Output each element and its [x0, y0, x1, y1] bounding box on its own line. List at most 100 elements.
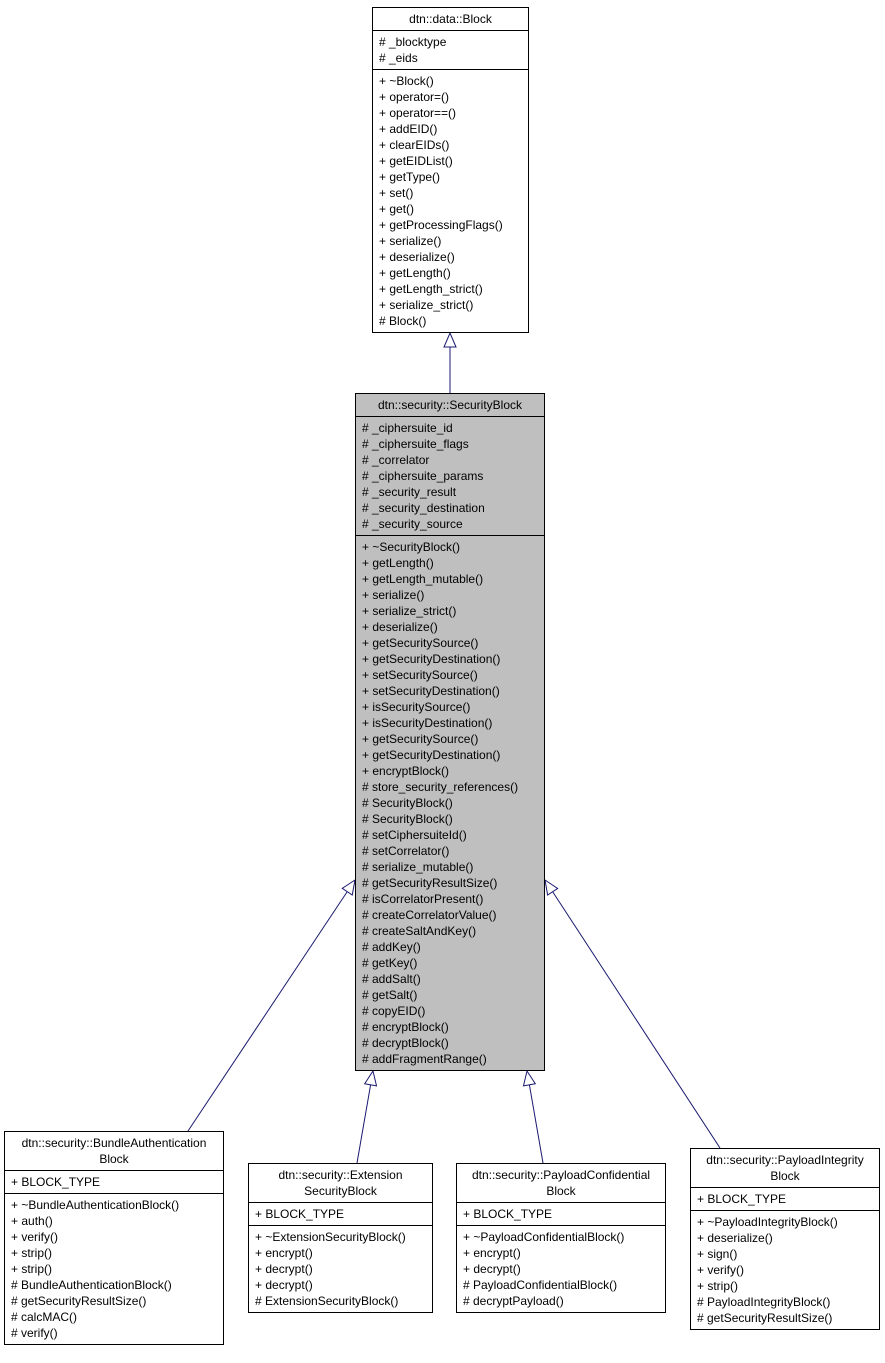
member-row[interactable]: + ~PayloadIntegrityBlock() [697, 1214, 873, 1230]
member-row[interactable]: # verify() [11, 1325, 217, 1341]
member-row[interactable]: + ~PayloadConfidentialBlock() [463, 1229, 659, 1245]
member-row[interactable]: + deserialize() [362, 619, 538, 635]
class-payload-confidential-block[interactable]: dtn::security::PayloadConfidential Block… [456, 1163, 666, 1313]
member-row[interactable]: # serialize_mutable() [362, 859, 538, 875]
member-row[interactable]: # Block() [379, 313, 522, 329]
class-title: dtn::security::SecurityBlock [356, 394, 544, 417]
member-row[interactable]: # _eids [379, 50, 522, 66]
member-row[interactable]: + decrypt() [255, 1261, 426, 1277]
member-row[interactable]: # store_security_references() [362, 779, 538, 795]
member-row[interactable]: # _security_destination [362, 500, 538, 516]
member-row[interactable]: + serialize_strict() [379, 297, 522, 313]
member-row[interactable]: # addFragmentRange() [362, 1051, 538, 1067]
member-row[interactable]: + getEIDList() [379, 153, 522, 169]
member-row[interactable]: # SecurityBlock() [362, 795, 538, 811]
member-row[interactable]: # copyEID() [362, 1003, 538, 1019]
attributes-section: + BLOCK_TYPE [249, 1203, 432, 1226]
member-row[interactable]: + encrypt() [463, 1245, 659, 1261]
member-row[interactable]: + decrypt() [463, 1261, 659, 1277]
member-row[interactable]: # BundleAuthenticationBlock() [11, 1277, 217, 1293]
member-row[interactable]: # PayloadConfidentialBlock() [463, 1277, 659, 1293]
member-row[interactable]: + isSecuritySource() [362, 699, 538, 715]
member-row[interactable]: # getKey() [362, 955, 538, 971]
member-row[interactable]: + sign() [697, 1246, 873, 1262]
member-row[interactable]: + ~ExtensionSecurityBlock() [255, 1229, 426, 1245]
member-row[interactable]: + getSecuritySource() [362, 635, 538, 651]
member-row[interactable]: # createCorrelatorValue() [362, 907, 538, 923]
member-row[interactable]: + strip() [11, 1261, 217, 1277]
member-row[interactable]: # setCiphersuiteId() [362, 827, 538, 843]
member-row[interactable]: + isSecurityDestination() [362, 715, 538, 731]
member-row[interactable]: + setSecurityDestination() [362, 683, 538, 699]
member-row[interactable]: + getLength_mutable() [362, 571, 538, 587]
member-row[interactable]: + ~BundleAuthenticationBlock() [11, 1197, 217, 1213]
member-row[interactable]: + verify() [697, 1262, 873, 1278]
member-row[interactable]: + BLOCK_TYPE [463, 1206, 659, 1222]
member-row[interactable]: + getProcessingFlags() [379, 217, 522, 233]
member-row[interactable]: # ExtensionSecurityBlock() [255, 1293, 426, 1309]
class-bundle-authentication-block[interactable]: dtn::security::BundleAuthentication Bloc… [4, 1131, 224, 1345]
member-row[interactable]: # getSecurityResultSize() [11, 1293, 217, 1309]
member-row[interactable]: + strip() [697, 1278, 873, 1294]
member-row[interactable]: + operator==() [379, 105, 522, 121]
member-row[interactable]: # addKey() [362, 939, 538, 955]
methods-section: + ~Block() + operator=() + operator==() + a… [373, 70, 528, 332]
member-row[interactable]: # _correlator [362, 452, 538, 468]
member-row[interactable]: + serialize() [362, 587, 538, 603]
class-payload-integrity-block[interactable]: dtn::security::PayloadIntegrity Block + … [690, 1148, 880, 1330]
member-row[interactable]: # decryptPayload() [463, 1293, 659, 1309]
member-row[interactable]: + strip() [11, 1245, 217, 1261]
member-row[interactable]: + verify() [11, 1229, 217, 1245]
member-row[interactable]: + operator=() [379, 89, 522, 105]
member-row[interactable]: + auth() [11, 1213, 217, 1229]
member-row[interactable]: + deserialize() [379, 249, 522, 265]
member-row[interactable]: # createSaltAndKey() [362, 923, 538, 939]
member-row[interactable]: # getSecurityResultSize() [362, 875, 538, 891]
member-row[interactable]: + setSecuritySource() [362, 667, 538, 683]
member-row[interactable]: + ~Block() [379, 73, 522, 89]
member-row[interactable]: # getSalt() [362, 987, 538, 1003]
member-row[interactable]: + BLOCK_TYPE [255, 1206, 426, 1222]
member-row[interactable]: + encrypt() [255, 1245, 426, 1261]
member-row[interactable]: + getSecurityDestination() [362, 651, 538, 667]
member-row[interactable]: # SecurityBlock() [362, 811, 538, 827]
member-row[interactable]: # isCorrelatorPresent() [362, 891, 538, 907]
member-row[interactable]: + set() [379, 185, 522, 201]
member-row[interactable]: # _ciphersuite_id [362, 420, 538, 436]
member-row[interactable]: + deserialize() [697, 1230, 873, 1246]
member-row[interactable]: # _security_result [362, 484, 538, 500]
member-row[interactable]: # _ciphersuite_params [362, 468, 538, 484]
member-row[interactable]: + getType() [379, 169, 522, 185]
member-row[interactable]: + serialize() [379, 233, 522, 249]
member-row[interactable]: + ~SecurityBlock() [362, 539, 538, 555]
member-row[interactable]: + encryptBlock() [362, 763, 538, 779]
member-row[interactable]: + getLength() [362, 555, 538, 571]
member-row[interactable]: + get() [379, 201, 522, 217]
member-row[interactable]: + clearEIDs() [379, 137, 522, 153]
member-row[interactable]: + BLOCK_TYPE [697, 1191, 873, 1207]
member-row[interactable]: + getSecuritySource() [362, 731, 538, 747]
member-row[interactable]: + getLength() [379, 265, 522, 281]
member-row[interactable]: # setCorrelator() [362, 843, 538, 859]
member-row[interactable]: # _blocktype [379, 34, 522, 50]
member-row[interactable]: + decrypt() [255, 1277, 426, 1293]
member-row[interactable]: # encryptBlock() [362, 1019, 538, 1035]
class-title: dtn::data::Block [373, 8, 528, 31]
member-row[interactable]: + serialize_strict() [362, 603, 538, 619]
member-row[interactable]: # addSalt() [362, 971, 538, 987]
member-row[interactable]: + BLOCK_TYPE [11, 1174, 217, 1190]
member-row[interactable]: # _ciphersuite_flags [362, 436, 538, 452]
class-block[interactable]: dtn::data::Block # _blocktype # _eids + ~… [372, 7, 529, 333]
class-security-block[interactable]: dtn::security::SecurityBlock # _ciphersu… [355, 393, 545, 1071]
class-extension-security-block[interactable]: dtn::security::Extension SecurityBlock +… [248, 1163, 433, 1313]
methods-section: + ~PayloadConfidentialBlock() + encrypt()… [457, 1226, 665, 1312]
inheritance-arrowhead-icon [341, 878, 356, 896]
member-row[interactable]: # calcMAC() [11, 1309, 217, 1325]
member-row[interactable]: + addEID() [379, 121, 522, 137]
member-row[interactable]: # getSecurityResultSize() [697, 1310, 873, 1326]
member-row[interactable]: # PayloadIntegrityBlock() [697, 1294, 873, 1310]
member-row[interactable]: + getLength_strict() [379, 281, 522, 297]
member-row[interactable]: + getSecurityDestination() [362, 747, 538, 763]
member-row[interactable]: # decryptBlock() [362, 1035, 538, 1051]
member-row[interactable]: # _security_source [362, 516, 538, 532]
